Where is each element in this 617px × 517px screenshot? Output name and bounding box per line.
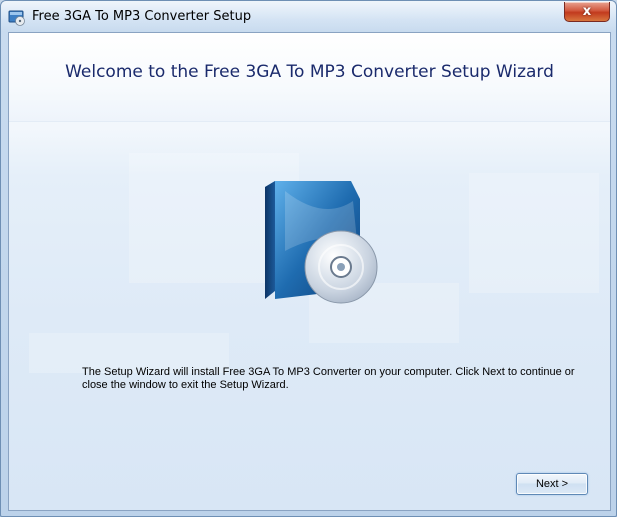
next-button[interactable]: Next > [516, 473, 588, 495]
wizard-description: The Setup Wizard will install Free 3GA T… [82, 366, 575, 391]
wizard-heading: Welcome to the Free 3GA To MP3 Converter… [65, 62, 554, 82]
setup-app-icon [8, 10, 25, 26]
window-title: Free 3GA To MP3 Converter Setup [32, 9, 252, 24]
close-icon: x [582, 4, 592, 19]
close-button[interactable]: x [564, 2, 610, 22]
title-bar[interactable]: Free 3GA To MP3 Converter Setup x [1, 1, 616, 32]
software-box-icon [265, 181, 378, 304]
background-panel-decor [469, 173, 599, 293]
wizard-header: Welcome to the Free 3GA To MP3 Converter… [9, 33, 610, 122]
wizard-panel: Welcome to the Free 3GA To MP3 Converter… [8, 32, 611, 511]
setup-window: Free 3GA To MP3 Converter Setup x Welcom… [0, 0, 617, 517]
